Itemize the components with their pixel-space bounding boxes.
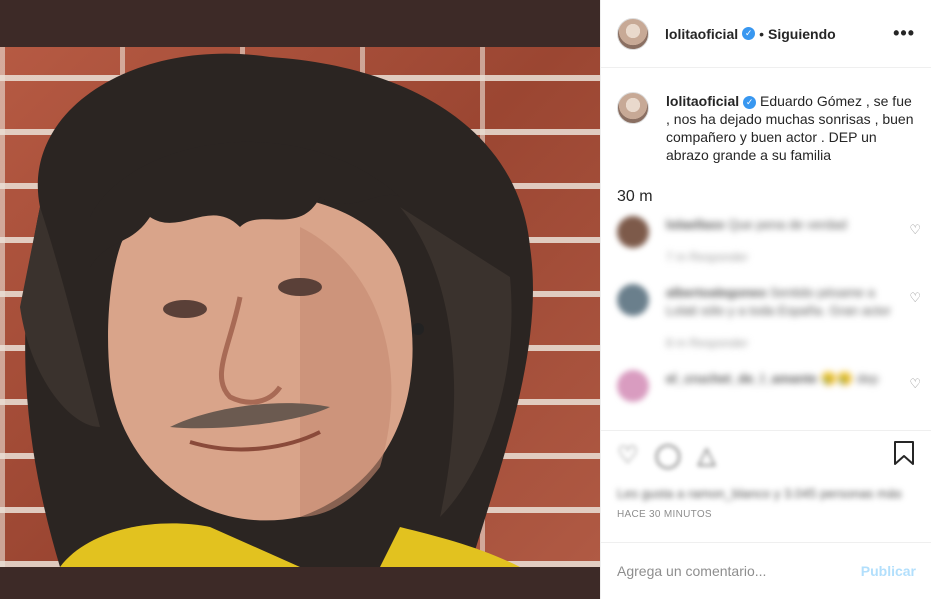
caption-avatar[interactable]: [617, 92, 649, 124]
posted-time[interactable]: HACE 30 MINUTOS: [617, 509, 916, 520]
author-username[interactable]: lolitaoficial: [665, 26, 738, 42]
post-media-panel: [0, 0, 600, 599]
add-comment-bar: Publicar: [601, 542, 931, 599]
post-photo[interactable]: [0, 47, 600, 567]
like-heart-icon[interactable]: ♡: [617, 441, 639, 470]
comment-username[interactable]: albertoalegoneo: [666, 285, 766, 300]
caption-username[interactable]: lolitaoficial: [666, 93, 739, 109]
likes-count[interactable]: Les gusta a ramon_blanco y 3.045 persona…: [617, 485, 916, 503]
following-button[interactable]: Siguiendo: [768, 26, 836, 42]
bookmark-icon[interactable]: [892, 440, 916, 471]
comment-input[interactable]: [617, 563, 861, 579]
comments-list[interactable]: lolitaoficial ✓ Eduardo Gómez , se fue , …: [601, 68, 931, 430]
commenter-avatar[interactable]: [617, 284, 649, 316]
comment-meta[interactable]: 7 m Responder: [666, 248, 896, 266]
commenter-avatar[interactable]: [617, 216, 649, 248]
verified-badge-icon: ✓: [743, 96, 757, 109]
comment-item: albertoalegoneo Sentido pésame a Lolati …: [601, 284, 931, 352]
comment-username[interactable]: lolaellaxx: [666, 217, 725, 232]
caption: lolitaoficial ✓ Eduardo Gómez , se fue , …: [601, 68, 931, 164]
comment-meta[interactable]: 8 m Responder: [666, 334, 896, 352]
separator-dot: •: [759, 25, 765, 42]
like-comment-heart-icon[interactable]: ♡: [909, 376, 921, 392]
comment-text: Que pena de verdad: [728, 217, 847, 232]
author-avatar[interactable]: [617, 17, 649, 50]
comment-username[interactable]: el_cruchet_de_l_amante: [666, 371, 817, 386]
comment-text: 😢😢 dep: [820, 371, 879, 386]
post-sidebar: lolitaoficial ✓ • Siguiendo ••• lolitaof…: [600, 0, 931, 599]
caption-time: 30 m: [617, 188, 653, 205]
like-comment-heart-icon[interactable]: ♡: [909, 222, 921, 238]
comment-item: lolaellaxx Que pena de verdad 7 m Respon…: [601, 216, 931, 266]
more-options-icon[interactable]: •••: [893, 23, 915, 44]
post-actions: ♡ ◯ △ Les gusta a ramon_blanco y 3.045 p…: [601, 430, 931, 542]
portrait-illustration: [20, 53, 533, 567]
like-comment-heart-icon[interactable]: ♡: [909, 290, 921, 306]
comment-item: el_cruchet_de_l_amante 😢😢 dep ♡: [601, 370, 931, 402]
publish-button[interactable]: Publicar: [861, 563, 916, 579]
post-header: lolitaoficial ✓ • Siguiendo •••: [601, 0, 931, 68]
caption-text-block: lolitaoficial ✓ Eduardo Gómez , se fue , …: [666, 92, 915, 164]
share-icon[interactable]: △: [697, 441, 715, 470]
comment-bubble-icon[interactable]: ◯: [655, 441, 682, 470]
commenter-avatar[interactable]: [617, 370, 649, 402]
verified-badge-icon: ✓: [742, 27, 756, 40]
